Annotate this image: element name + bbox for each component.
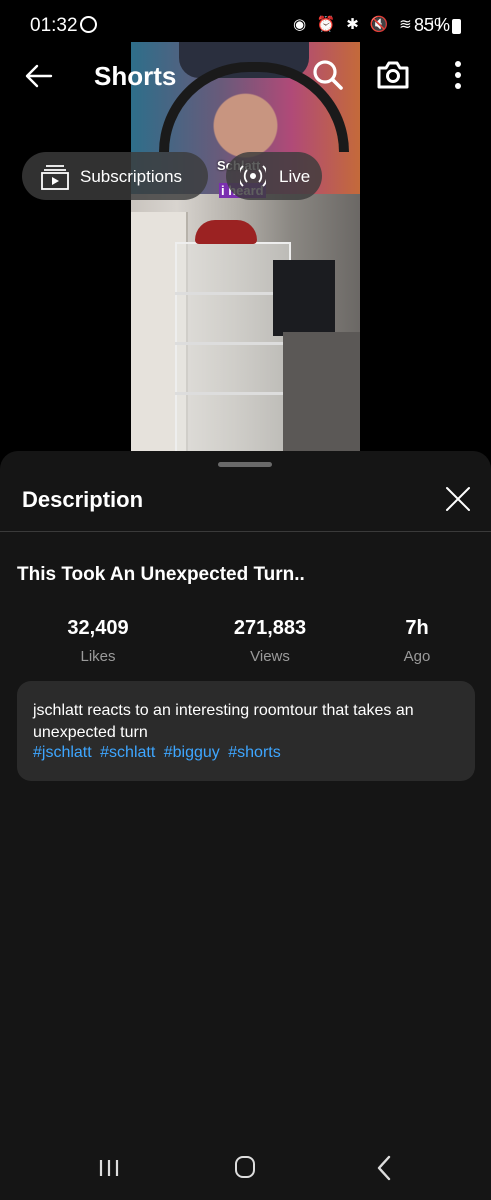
close-icon[interactable]	[444, 485, 472, 513]
hashtag-link[interactable]: #schlatt	[100, 744, 155, 761]
desk	[283, 332, 360, 452]
recent-apps-icon[interactable]	[98, 1159, 120, 1177]
battery-icon	[452, 19, 461, 34]
stat-value: 7h	[405, 617, 429, 639]
accessibility-icon	[80, 16, 97, 33]
status-time: 01:32	[30, 15, 78, 36]
back-icon[interactable]	[375, 1155, 393, 1181]
home-icon[interactable]	[235, 1156, 255, 1178]
stat-label: Likes	[80, 648, 116, 665]
chip-label: Subscriptions	[80, 167, 183, 186]
live-icon	[240, 165, 266, 187]
stat-label: Views	[250, 648, 290, 665]
subscriptions-icon	[41, 165, 69, 190]
chip-label: Live	[279, 167, 311, 186]
cabinet-shelf	[175, 292, 287, 295]
drag-handle[interactable]	[218, 462, 272, 467]
divider	[0, 531, 491, 532]
stat-views: 271,883 Views	[200, 617, 340, 665]
hashtags: #jschlatt #schlatt #bigguy #shorts	[33, 744, 285, 762]
more-vertical-icon[interactable]	[441, 58, 475, 92]
red-cap	[195, 220, 257, 244]
stat-label: Ago	[403, 648, 431, 665]
description-text: jschlatt reacts to an interesting roomto…	[33, 702, 414, 741]
hashtag-link[interactable]: #jschlatt	[33, 744, 92, 761]
page-title: Shorts	[94, 61, 177, 91]
stat-age: 7h Ago	[347, 617, 487, 665]
tv-monitor	[273, 260, 335, 336]
hashtag-link[interactable]: #shorts	[228, 744, 280, 761]
sheet-title: Description	[22, 487, 144, 512]
system-nav-bar	[0, 1140, 491, 1200]
hashtag-link[interactable]: #bigguy	[164, 744, 220, 761]
stat-likes: 32,409 Likes	[28, 617, 168, 665]
chip-live[interactable]: Live	[226, 152, 322, 200]
battery-percent: 85%	[414, 15, 451, 35]
description-box: jschlatt reacts to an interesting roomto…	[17, 681, 475, 781]
back-arrow-icon[interactable]	[23, 60, 55, 92]
cabinet-shelf	[175, 342, 287, 345]
stat-value: 32,409	[67, 617, 129, 639]
camera-icon[interactable]	[376, 58, 410, 92]
cabinet-shelf	[175, 392, 287, 395]
search-icon[interactable]	[311, 58, 345, 92]
stat-value: 271,883	[233, 617, 307, 639]
short-video-player[interactable]: Schlatt i heard	[131, 42, 360, 452]
video-title: This Took An Unexpected Turn..	[17, 564, 305, 585]
description-sheet: Description This Took An Unexpected Turn…	[0, 451, 491, 1200]
chip-subscriptions[interactable]: Subscriptions	[22, 152, 208, 200]
